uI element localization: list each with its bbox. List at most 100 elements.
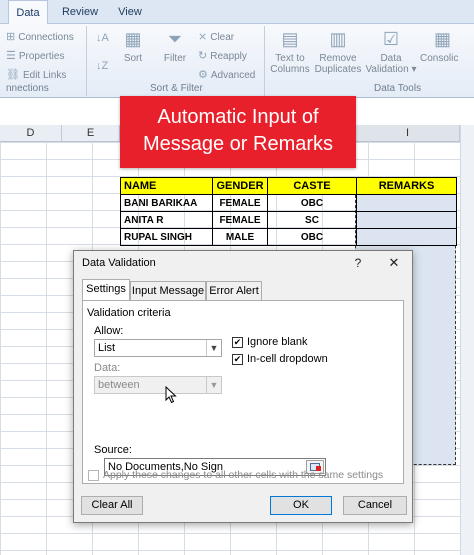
- cell-remarks[interactable]: [356, 211, 457, 229]
- data-value: between: [98, 379, 140, 391]
- ribbon-separator: [264, 26, 265, 96]
- remove-duplicates-label-1: Remove: [319, 53, 357, 64]
- reapply-label: Reapply: [210, 51, 247, 62]
- cell-name[interactable]: BANI BARIKAA: [120, 194, 213, 212]
- funnel-icon: ⏷: [167, 29, 183, 49]
- sort-az-button[interactable]: ↓A: [96, 32, 112, 44]
- data-label: Data:: [94, 362, 121, 374]
- advanced-filter-icon: ⚙: [198, 69, 208, 81]
- tab-settings[interactable]: Settings: [82, 279, 130, 301]
- data-validation-label-1: Data: [380, 53, 402, 64]
- edit-links-button[interactable]: ⛓ Edit Links: [6, 68, 66, 81]
- connections-button[interactable]: ⊞ Connections: [6, 30, 74, 43]
- cell-gender[interactable]: FEMALE: [212, 194, 268, 212]
- cell-name[interactable]: RUPAL SINGH: [120, 228, 213, 246]
- clear-filter-icon: ⨯: [198, 31, 208, 43]
- sort-label: Sort: [123, 53, 143, 64]
- advanced-filter-button[interactable]: ⚙ Advanced: [198, 68, 255, 81]
- reapply-button[interactable]: ↻ Reapply: [198, 49, 247, 62]
- sort-button[interactable]: ▦ Sort: [118, 28, 148, 64]
- tab-view[interactable]: View: [110, 0, 150, 24]
- column-header-i[interactable]: I: [356, 125, 460, 142]
- cell-gender[interactable]: MALE: [212, 228, 268, 246]
- in-cell-dropdown-checkbox[interactable]: ✔: [232, 354, 243, 365]
- remove-duplicates-label-2: Duplicates: [314, 64, 362, 75]
- header-remarks[interactable]: REMARKS: [356, 177, 457, 195]
- header-gender[interactable]: GENDER: [212, 177, 268, 195]
- table-row: RUPAL SINGH MALE OBC: [120, 228, 457, 246]
- sort-za-icon: ↓Z: [96, 60, 109, 72]
- table-header-row: NAME GENDER CASTE REMARKS: [120, 177, 457, 195]
- allow-value: List: [98, 342, 116, 354]
- cell-caste[interactable]: OBC: [267, 228, 357, 246]
- filter-button[interactable]: ⏷ Filter: [158, 28, 192, 64]
- text-to-columns-button[interactable]: ▤ Text to Columns: [268, 28, 312, 75]
- title-banner: Automatic Input of Message or Remarks: [120, 96, 356, 168]
- clear-label: Clear: [210, 32, 235, 43]
- help-icon[interactable]: ?: [349, 254, 367, 272]
- tab-data[interactable]: Data: [8, 0, 48, 25]
- data-validation-button[interactable]: ☑ Data Validation ▾: [364, 28, 418, 75]
- source-label: Source:: [94, 444, 132, 456]
- data-validation-icon: ☑: [382, 29, 400, 49]
- sort-za-button[interactable]: ↓Z: [96, 60, 111, 72]
- text-to-columns-icon: ▤: [281, 29, 299, 49]
- link-icon: ⛓: [6, 69, 20, 81]
- table-row: BANI BARIKAA FEMALE OBC: [120, 194, 457, 212]
- cell-remarks[interactable]: [356, 228, 457, 246]
- properties-icon: ☰: [6, 50, 16, 62]
- remove-duplicates-icon: ▥: [329, 29, 347, 49]
- apply-all-label: Apply these changes to all other cells w…: [103, 469, 384, 481]
- consolidate-label: Consolic: [420, 53, 459, 64]
- student-table: NAME GENDER CASTE REMARKS BANI BARIKAA F…: [120, 177, 457, 246]
- apply-all-checkbox[interactable]: [88, 470, 99, 481]
- banner-line-2: Message or Remarks: [142, 133, 334, 155]
- properties-button[interactable]: ☰ Properties: [6, 49, 64, 62]
- connections-icon: ⊞: [6, 31, 16, 43]
- clear-all-button[interactable]: Clear All: [81, 496, 143, 515]
- ignore-blank-checkbox[interactable]: ✔: [232, 337, 243, 348]
- header-caste[interactable]: CASTE: [267, 177, 357, 195]
- cell-gender[interactable]: FEMALE: [212, 211, 268, 229]
- column-header-d[interactable]: D: [0, 125, 62, 142]
- connections-group-label: nnections: [6, 83, 49, 94]
- column-header-e[interactable]: E: [62, 125, 120, 142]
- settings-panel: Validation criteria Allow: List ▼ ✔ Igno…: [82, 300, 404, 484]
- advanced-label: Advanced: [210, 70, 256, 81]
- connections-label: Connections: [18, 32, 74, 43]
- sort-icon: ▦: [124, 29, 142, 49]
- ribbon-tab-bar: Data Review View: [0, 0, 474, 25]
- properties-label: Properties: [18, 51, 65, 62]
- ignore-blank-label: Ignore blank: [247, 336, 308, 348]
- consolidate-button[interactable]: ▦ Consolic: [420, 28, 474, 64]
- close-icon[interactable]: ✕: [384, 254, 404, 272]
- remove-duplicates-button[interactable]: ▥ Remove Duplicates: [313, 28, 363, 75]
- sort-az-icon: ↓A: [96, 32, 109, 44]
- banner-line-1: Automatic Input of: [157, 106, 319, 128]
- cell-remarks[interactable]: [356, 194, 457, 212]
- tab-error-alert[interactable]: Error Alert: [206, 281, 262, 300]
- cancel-button[interactable]: Cancel: [343, 496, 407, 515]
- sort-filter-group-label: Sort & Filter: [150, 83, 203, 94]
- validation-criteria-label: Validation criteria: [87, 307, 171, 319]
- table-row: ANITA R FEMALE SC: [120, 211, 457, 229]
- chevron-down-icon: ▼: [206, 340, 221, 356]
- vertical-scrollbar[interactable]: [460, 125, 474, 555]
- dialog-title: Data Validation: [82, 257, 156, 269]
- tab-input-message[interactable]: Input Message: [130, 281, 206, 300]
- reapply-icon: ↻: [198, 50, 208, 62]
- mouse-cursor-icon: [165, 386, 177, 404]
- cell-name[interactable]: ANITA R: [120, 211, 213, 229]
- cell-caste[interactable]: OBC: [267, 194, 357, 212]
- cell-caste[interactable]: SC: [267, 211, 357, 229]
- clear-filter-button[interactable]: ⨯ Clear: [198, 30, 234, 43]
- allow-select[interactable]: List ▼: [94, 339, 222, 357]
- in-cell-dropdown-label: In-cell dropdown: [247, 353, 328, 365]
- data-validation-label-2: Validation ▾: [365, 64, 417, 75]
- data-select: between ▼: [94, 376, 222, 394]
- tab-review[interactable]: Review: [56, 0, 104, 24]
- data-validation-dialog: Data Validation ? ✕ Settings Input Messa…: [73, 250, 413, 523]
- header-name[interactable]: NAME: [120, 177, 213, 195]
- ok-button[interactable]: OK: [270, 496, 332, 515]
- text-to-columns-label-2: Columns: [270, 64, 310, 75]
